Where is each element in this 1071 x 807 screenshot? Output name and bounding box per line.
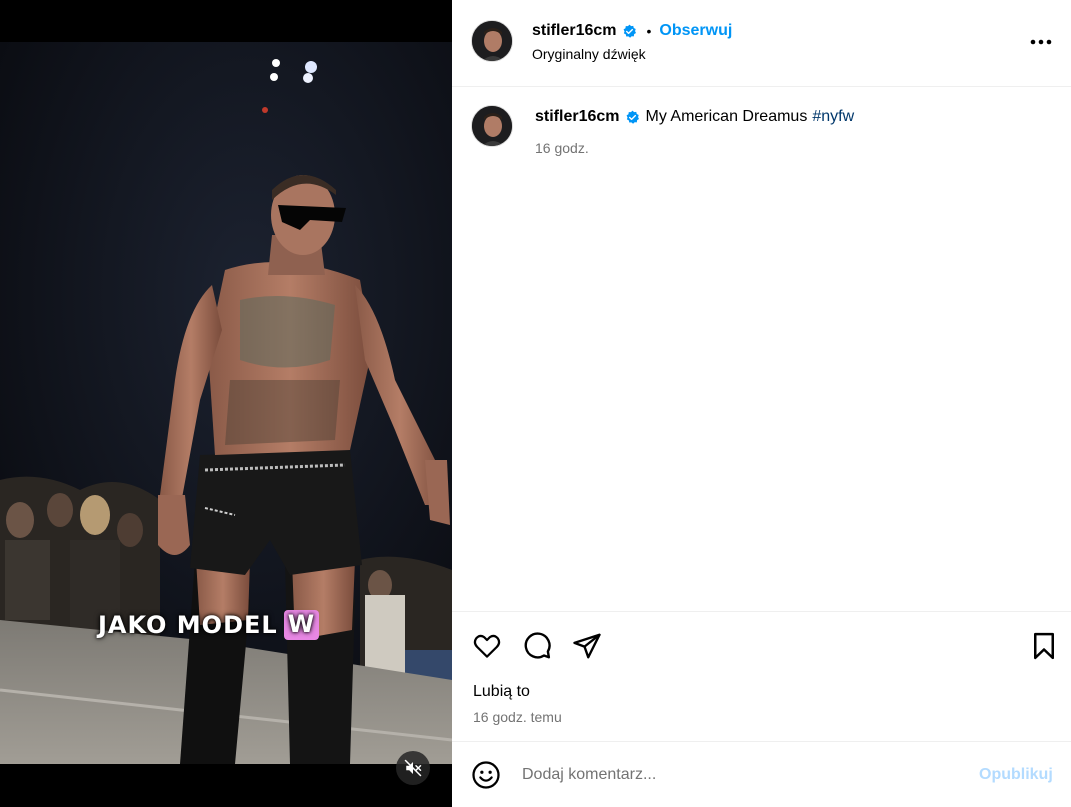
comment-icon[interactable] (522, 631, 552, 661)
more-horizontal-icon (1030, 39, 1052, 45)
post-media-video[interactable]: JAKO MODEL W (0, 0, 452, 807)
add-comment-bar: Opublikuj (452, 741, 1071, 807)
post-details-panel: stifler16cm • Obserwuj Oryginalny dźwięk (452, 0, 1071, 807)
author-row: stifler16cm • Obserwuj (532, 20, 732, 42)
profile-photo (472, 21, 512, 61)
avatar[interactable] (471, 20, 513, 62)
follow-button[interactable]: Obserwuj (659, 22, 732, 40)
caption-row: stifler16cm My American Dreamus #nyfw (535, 108, 854, 126)
more-options-button[interactable] (1028, 30, 1054, 54)
author-username[interactable]: stifler16cm (532, 22, 617, 40)
mute-button[interactable] (396, 751, 430, 785)
post-header: stifler16cm • Obserwuj Oryginalny dźwięk (452, 0, 1071, 87)
emoji-icon[interactable] (471, 760, 501, 790)
overlay-text: JAKO MODEL (98, 611, 278, 639)
video-text-overlay: JAKO MODEL W (98, 610, 320, 640)
speaker-muted-icon (404, 759, 422, 777)
caption-text: My American Dreamus (645, 108, 808, 125)
overlay-badge: W (283, 610, 320, 640)
audio-label[interactable]: Oryginalny dźwięk (532, 46, 646, 62)
separator-dot: • (646, 23, 652, 39)
share-icon[interactable] (572, 631, 602, 661)
publish-button[interactable]: Opublikuj (979, 766, 1053, 784)
bookmark-icon[interactable] (1029, 631, 1059, 661)
comment-input[interactable] (522, 762, 952, 788)
post-timestamp[interactable]: 16 godz. temu (473, 709, 562, 725)
verified-badge-icon (626, 110, 639, 124)
heart-icon[interactable] (472, 631, 502, 661)
post-actions: Lubią to 16 godz. temu (452, 611, 1071, 741)
verified-badge-icon (623, 24, 636, 38)
caption-avatar[interactable] (471, 105, 513, 147)
profile-photo (472, 106, 512, 146)
likes-label[interactable]: Lubią to (473, 683, 530, 701)
hashtag-link[interactable]: #nyfw (812, 108, 854, 126)
comments-section: stifler16cm My American Dreamus #nyfw 16… (452, 88, 1071, 611)
runway-video-frame (0, 0, 452, 764)
caption-username[interactable]: stifler16cm (535, 108, 620, 126)
caption-timestamp[interactable]: 16 godz. (535, 140, 589, 156)
